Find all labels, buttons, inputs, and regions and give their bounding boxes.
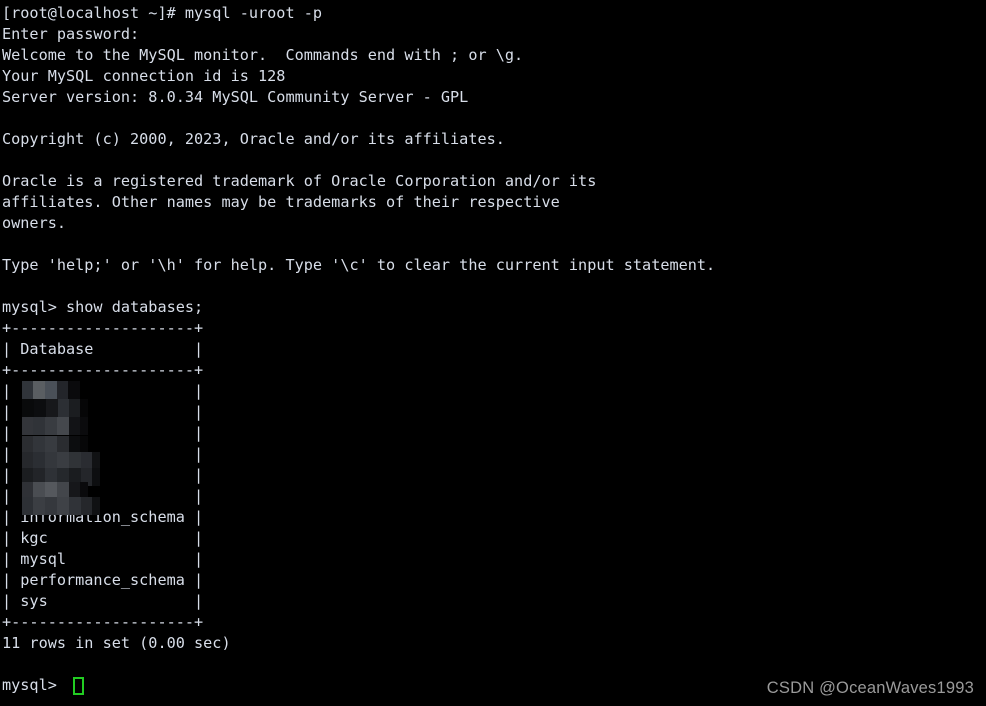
terminal-line-31 (0, 654, 986, 675)
terminal-command-line: mysql> show databases; (2, 298, 204, 316)
table-row-information-schema: | information_schema | (2, 508, 204, 526)
table-header-row: | Database | (2, 340, 204, 358)
terminal-line-12: Type 'help;' or '\h' for help. Type '\c'… (2, 256, 716, 274)
table-row-mysql: | mysql | (2, 550, 204, 568)
table-row-redacted-2: | | (2, 424, 204, 442)
table-border-top: +--------------------+ (2, 319, 204, 337)
table-row-redacted-1: | | (2, 403, 204, 421)
watermark-csdn: CSDN @OceanWaves1993 (766, 679, 974, 697)
row-count-status: 11 rows in set (0.00 sec) (2, 634, 231, 652)
terminal-line-3: Your MySQL connection id is 128 (2, 67, 286, 85)
terminal-line-13 (0, 276, 986, 297)
terminal-line-8: Oracle is a registered trademark of Orac… (2, 172, 597, 190)
terminal-cursor[interactable] (72, 677, 84, 695)
terminal-line-2: Welcome to the MySQL monitor. Commands e… (2, 46, 524, 64)
terminal-line-7 (0, 150, 986, 171)
table-border-mid: +--------------------+ (2, 361, 204, 379)
table-row-redacted-0: | | (2, 382, 204, 400)
terminal-line-0: [root@localhost ~]# mysql -uroot -p (2, 4, 323, 22)
table-row-redacted-4: | | (2, 466, 204, 484)
table-row-sys: | sys | (2, 592, 204, 610)
terminal-line-9: affiliates. Other names may be trademark… (2, 193, 560, 211)
terminal-line-5 (0, 108, 986, 129)
terminal-window[interactable]: [root@localhost ~]# mysql -uroot -p Ente… (0, 0, 986, 706)
terminal-line-11 (0, 234, 986, 255)
table-row-kgc: | kgc | (2, 529, 204, 547)
terminal-line-6: Copyright (c) 2000, 2023, Oracle and/or … (2, 130, 505, 148)
table-row-redacted-5: | | (2, 487, 204, 505)
table-row-performance-schema: | performance_schema | (2, 571, 204, 589)
table-border-bottom: +--------------------+ (2, 613, 204, 631)
terminal-output: [root@localhost ~]# mysql -uroot -p Ente… (0, 0, 986, 696)
terminal-line-4: Server version: 8.0.34 MySQL Community S… (2, 88, 469, 106)
terminal-line-1: Enter password: (2, 25, 140, 43)
terminal-line-10: owners. (2, 214, 67, 232)
table-row-redacted-3: | | (2, 445, 204, 463)
